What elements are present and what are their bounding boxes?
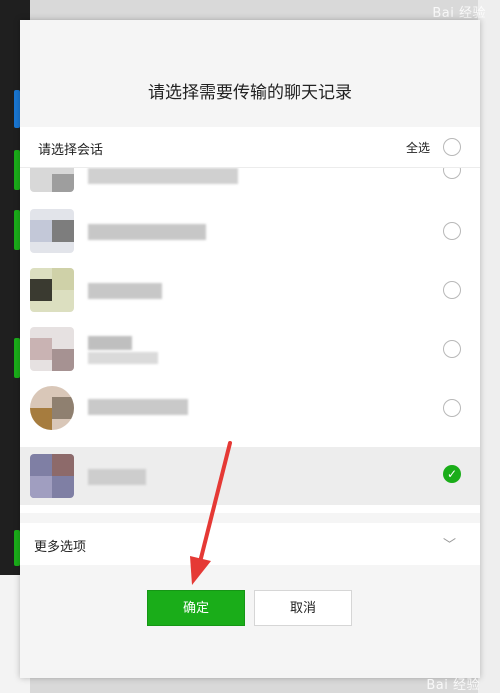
- dialog-title: 请选择需要传输的聊天记录: [148, 83, 352, 103]
- avatar: [30, 386, 74, 430]
- conversation-radio[interactable]: [443, 340, 461, 358]
- select-header: 请选择会话 全选: [20, 127, 480, 168]
- avatar: [30, 454, 74, 498]
- avatar: [30, 327, 74, 371]
- conversation-list[interactable]: ✓: [20, 168, 480, 513]
- conversation-row[interactable]: [20, 320, 480, 378]
- conversation-name: [88, 224, 206, 240]
- conversation-row[interactable]: [20, 379, 480, 437]
- conversation-name: [88, 336, 132, 350]
- conversation-row[interactable]: [20, 168, 480, 198]
- background-right-pane: [478, 0, 500, 693]
- select-all-label[interactable]: 全选: [406, 139, 430, 156]
- transfer-dialog: 请选择需要传输的聊天记录 请选择会话 全选 ✓ 更多选项 ﹀ 确定 取消: [20, 20, 480, 678]
- avatar: [30, 268, 74, 312]
- cancel-button[interactable]: 取消: [254, 590, 352, 626]
- more-options[interactable]: 更多选项 ﹀: [20, 523, 480, 565]
- select-header-label: 请选择会话: [38, 143, 104, 158]
- conversation-row-selected[interactable]: ✓: [20, 447, 480, 505]
- check-icon[interactable]: ✓: [443, 465, 461, 483]
- conversation-radio[interactable]: [443, 168, 461, 179]
- conversation-name: [88, 168, 238, 184]
- avatar: [30, 209, 74, 253]
- confirm-button[interactable]: 确定: [147, 590, 245, 626]
- conversation-radio[interactable]: [443, 222, 461, 240]
- conversation-name: [88, 399, 188, 415]
- conversation-radio[interactable]: [443, 399, 461, 417]
- conversation-name: [88, 283, 162, 299]
- conversation-name: [88, 469, 146, 485]
- select-all-radio[interactable]: [443, 138, 461, 156]
- conversation-row[interactable]: [20, 261, 480, 319]
- more-options-label: 更多选项: [34, 540, 87, 555]
- chevron-down-icon: ﹀: [442, 538, 456, 553]
- watermark-top: Bai 经验: [432, 6, 486, 21]
- watermark-bottom: Bai 经验: [426, 678, 480, 693]
- conversation-row[interactable]: [20, 202, 480, 260]
- avatar: [30, 168, 74, 192]
- conversation-radio[interactable]: [443, 281, 461, 299]
- conversation-name-line2: [88, 352, 158, 364]
